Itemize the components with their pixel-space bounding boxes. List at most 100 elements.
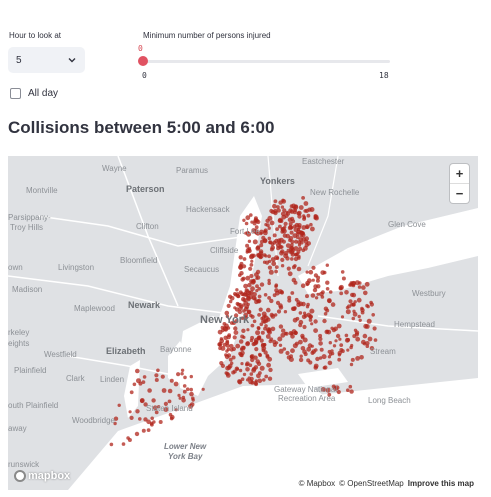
- collision-point: [349, 389, 354, 394]
- collision-point: [156, 368, 160, 373]
- collision-point: [238, 339, 244, 344]
- collision-point: [158, 420, 163, 424]
- collision-point: [185, 387, 190, 391]
- collision-point: [242, 218, 246, 222]
- collision-point: [318, 341, 323, 346]
- collision-point: [252, 239, 258, 245]
- collision-point: [237, 379, 242, 384]
- collision-point: [233, 306, 237, 310]
- collision-point: [319, 347, 324, 352]
- collision-point: [248, 379, 254, 385]
- collision-point: [251, 368, 256, 373]
- injured-slider[interactable]: 0 0 18: [138, 42, 390, 82]
- collision-point: [301, 248, 306, 253]
- collision-point: [349, 362, 354, 367]
- collision-point: [355, 336, 361, 342]
- place-label: Plainfield: [14, 366, 47, 375]
- place-label: Bloomfield: [120, 256, 158, 265]
- collision-point: [255, 289, 259, 293]
- collision-point: [255, 330, 261, 336]
- collision-point: [290, 239, 295, 244]
- collision-point: [253, 216, 258, 221]
- collision-point: [249, 213, 253, 217]
- collision-point: [322, 270, 327, 275]
- collision-point: [305, 305, 310, 309]
- collision-point: [267, 376, 273, 381]
- collision-point: [177, 393, 181, 397]
- zoom-in-button[interactable]: +: [450, 164, 469, 184]
- place-label: Hackensack: [186, 205, 230, 214]
- collision-point: [147, 388, 152, 393]
- collision-point: [350, 357, 355, 362]
- collision-point: [255, 245, 261, 250]
- place-label: own: [8, 263, 23, 272]
- collision-point: [235, 301, 240, 306]
- improve-map-link[interactable]: Improve this map: [408, 479, 474, 488]
- collision-point: [349, 281, 354, 285]
- collision-point: [229, 347, 234, 352]
- collision-point: [305, 225, 309, 230]
- collision-point: [265, 260, 270, 265]
- collision-point: [290, 332, 294, 336]
- collision-point: [281, 328, 286, 333]
- checkbox-box[interactable]: [10, 88, 21, 99]
- collision-point: [126, 436, 130, 440]
- all-day-label: All day: [28, 88, 59, 99]
- collision-point: [249, 263, 254, 267]
- collision-point: [326, 298, 332, 303]
- collision-point: [336, 389, 341, 395]
- collision-point: [303, 313, 308, 318]
- collision-point: [354, 330, 360, 335]
- collision-point: [274, 313, 278, 317]
- collision-point: [278, 348, 284, 354]
- collision-point: [314, 215, 319, 221]
- collision-point: [167, 388, 173, 394]
- collision-point: [275, 300, 281, 305]
- collision-point: [238, 255, 243, 260]
- collision-point: [248, 363, 253, 367]
- collision-point: [284, 331, 289, 336]
- map[interactable]: Wayne Paramus Eastchester Montville Pate…: [8, 156, 478, 490]
- injured-slider-label: Minimum number of persons injured: [143, 31, 271, 40]
- attribution-mapbox-link[interactable]: © Mapbox: [299, 479, 336, 488]
- place-label: Fort Lee: [230, 227, 260, 236]
- injured-slider-thumb[interactable]: [138, 56, 148, 66]
- collision-point: [242, 372, 247, 377]
- collision-point: [247, 376, 251, 380]
- collision-point: [308, 318, 313, 322]
- collision-point: [298, 323, 303, 328]
- all-day-checkbox[interactable]: All day: [10, 88, 58, 99]
- collision-point: [280, 257, 285, 262]
- collision-point: [238, 368, 243, 373]
- hour-select[interactable]: 5: [8, 47, 85, 73]
- injured-slider-track[interactable]: [142, 60, 390, 63]
- attribution-osm-link[interactable]: © OpenStreetMap: [339, 479, 404, 488]
- collision-point: [351, 302, 356, 307]
- collision-point: [274, 265, 279, 269]
- collision-point: [268, 367, 273, 373]
- collision-point: [297, 256, 301, 260]
- mapbox-logo[interactable]: mapbox: [14, 470, 70, 482]
- collision-point: [242, 298, 247, 302]
- collision-point: [256, 299, 261, 304]
- collision-point: [267, 226, 271, 230]
- collision-point: [325, 308, 330, 313]
- collision-point: [292, 233, 298, 239]
- collision-point: [359, 355, 364, 360]
- collision-point: [262, 378, 266, 382]
- collision-point: [339, 348, 344, 352]
- collision-point: [265, 354, 270, 359]
- collision-point: [309, 308, 315, 314]
- collision-point: [356, 297, 362, 303]
- zoom-out-button[interactable]: −: [450, 184, 469, 203]
- collision-point: [135, 368, 140, 374]
- collision-point: [263, 350, 268, 355]
- collision-point: [233, 330, 239, 335]
- place-label: Montville: [26, 186, 58, 195]
- collision-point: [311, 265, 316, 270]
- collision-point: [181, 395, 186, 400]
- collision-point: [357, 314, 361, 319]
- highway: [37, 215, 249, 247]
- collision-point: [310, 293, 316, 298]
- place-label: Clifton: [136, 222, 159, 231]
